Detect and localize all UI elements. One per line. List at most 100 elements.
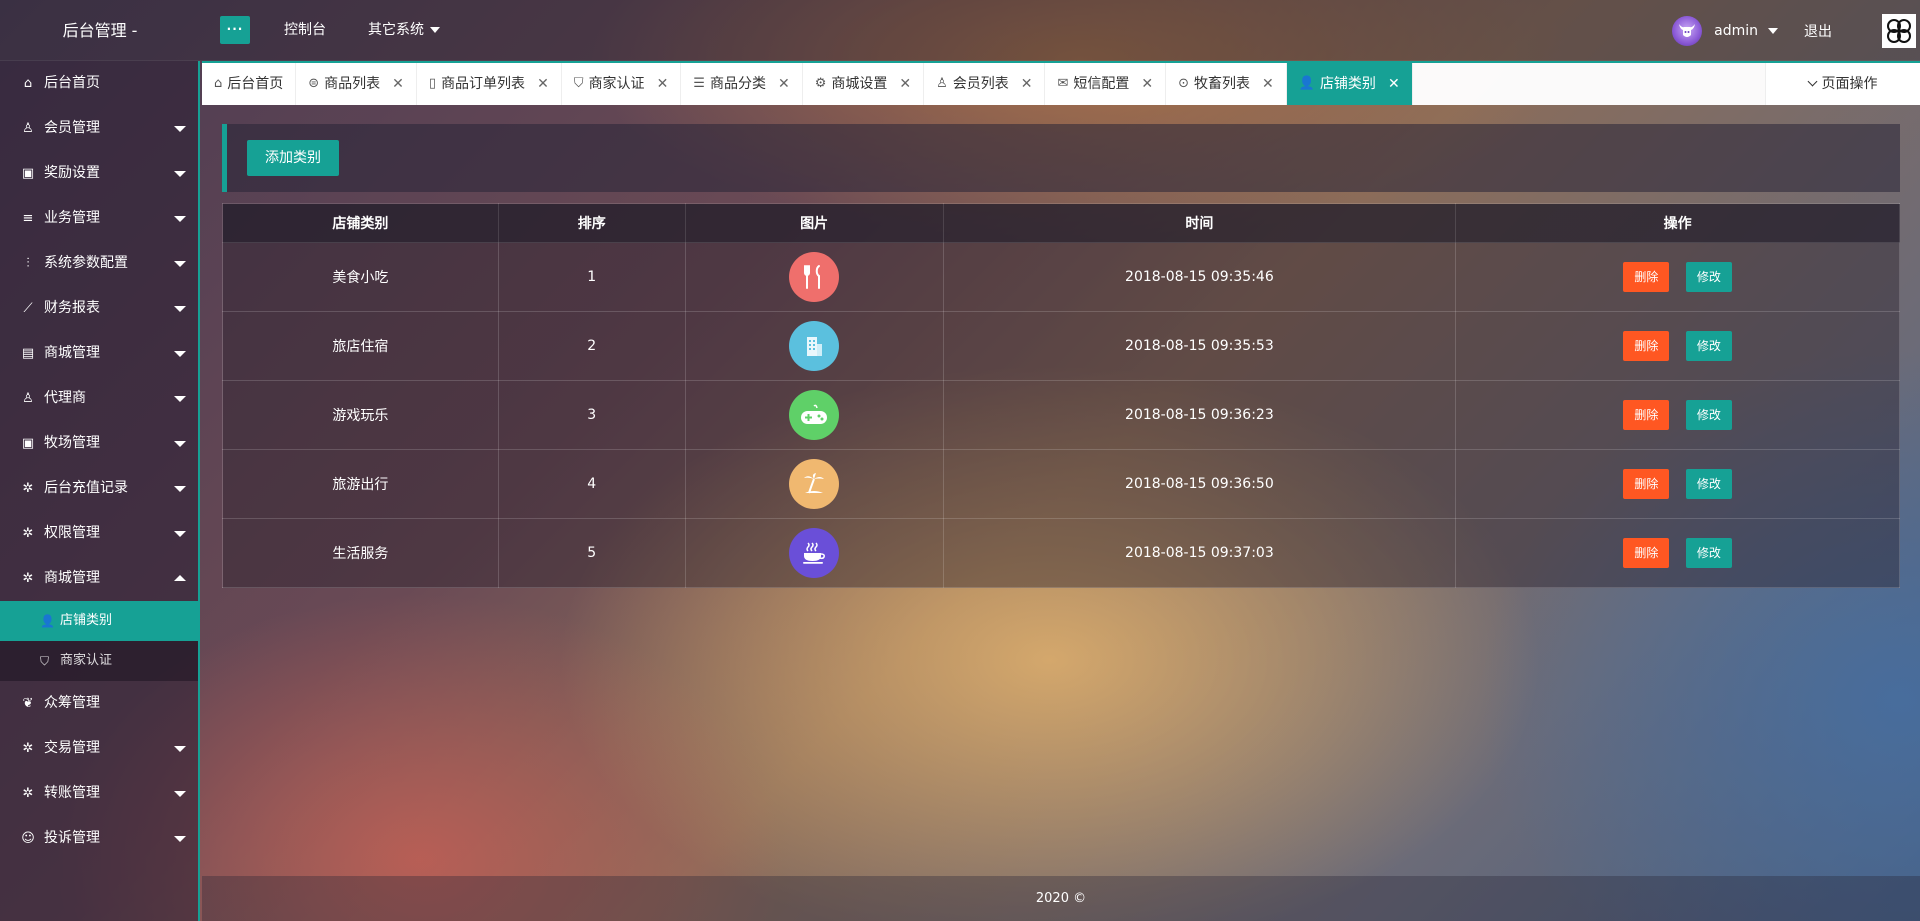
sidebar-item-label: 系统参数配置 [44,255,128,271]
caret-up-icon [174,575,186,581]
close-icon[interactable]: ✕ [899,63,911,105]
coffee-icon [789,528,840,578]
close-icon[interactable]: ✕ [1262,63,1274,105]
sidebar-item-finance[interactable]: ⟋ 财务报表 [0,286,198,331]
gift-icon: ▣ [21,436,35,451]
tab-label: 商城设置 [831,76,888,92]
category-time: 2018-08-15 09:35:53 [942,311,1457,381]
sidebar-item-rewards[interactable]: ▣ 奖励设置 [0,151,198,196]
edit-button[interactable]: 修改 [1685,469,1732,499]
sidebar-item-mall-expanded[interactable]: ✲ 商城管理 [0,556,198,601]
delete-button[interactable]: 删除 [1623,262,1670,292]
crowdfund-icon: ❦ [22,696,34,711]
username[interactable]: admin [1714,23,1758,39]
category-image-cell [684,449,944,519]
category-image-cell [684,518,944,588]
chevron-down-icon [1807,76,1817,87]
sidebar-item-label: 投诉管理 [44,830,100,846]
edit-button[interactable]: 修改 [1685,400,1732,430]
table-row: 生活服务 5 2018-08-15 09:37:03 删除 修改 [222,518,1900,588]
delete-button[interactable]: 删除 [1623,400,1670,430]
close-icon[interactable]: ✕ [1141,63,1153,105]
caret-down-icon [174,351,186,357]
user-caret-down-icon[interactable] [1768,27,1778,34]
sidebar-subitem-shop-category[interactable]: 👤 店铺类别 [0,601,198,641]
delete-button[interactable]: 删除 [1623,469,1670,499]
tab-mall-settings[interactable]: ⚙ 商城设置 ✕ [802,63,925,105]
sidebar-item-home[interactable]: ⌂ 后台首页 [0,61,198,106]
brand-logo [1882,13,1916,48]
tab-product-category[interactable]: ☰ 商品分类 ✕ [681,63,803,105]
delete-button[interactable]: 删除 [1623,331,1670,361]
close-icon[interactable]: ✕ [657,63,669,105]
nav-console[interactable]: 控制台 [284,0,326,61]
close-icon[interactable]: ✕ [537,63,549,105]
category-time: 2018-08-15 09:37:03 [942,518,1457,588]
tab-member-list[interactable]: ♙ 会员列表 ✕ [924,63,1046,105]
caret-down-icon [174,171,186,177]
add-category-button[interactable]: 添加类别 [247,140,339,176]
sidebar-item-label: 众筹管理 [44,695,100,711]
sidebar-item-business[interactable]: ≡ 业务管理 [0,196,198,241]
top-header: 后台管理 - ··· 控制台 其它系统 admin 退出 [0,0,1920,61]
footer: 2020 © [202,876,1920,921]
page-operations-label: 页面操作 [1821,76,1878,92]
tab-merchant-auth[interactable]: ⛉ 商家认证 ✕ [561,63,682,105]
menu-toggle-button[interactable]: ··· [220,16,250,44]
close-icon[interactable]: ✕ [1388,63,1400,105]
table-row: 旅店住宿 2 2018-08-15 09:35:53 删除 修改 [222,311,1900,381]
tab-list: ⌂ 后台首页 ⊜ 商品列表 ✕ ▯ 商品订单列表 ✕ ⛉ 商家认证 ✕ ☰ 商品… [202,63,1413,105]
sidebar-item-members[interactable]: ♙ 会员管理 [0,106,198,151]
sidebar-item-recharge[interactable]: ✲ 后台充值记录 [0,466,198,511]
edit-button[interactable]: 修改 [1685,331,1732,361]
sidebar-subitem-merchant-auth[interactable]: ⛉ 商家认证 [0,641,198,681]
sidebar-item-label: 后台充值记录 [44,480,128,496]
delete-button[interactable]: 删除 [1623,538,1670,568]
sidebar-item-crowdfunding[interactable]: ❦ 众筹管理 [0,681,198,726]
nav-other-systems[interactable]: 其它系统 [368,0,440,61]
close-icon[interactable]: ✕ [778,63,790,105]
sidebar-item-system-params[interactable]: ⫶ 系统参数配置 [0,241,198,286]
edit-button[interactable]: 修改 [1685,538,1732,568]
caret-down-icon [174,746,186,752]
sidebar-item-complaints[interactable]: ☺ 投诉管理 [0,816,198,861]
tab-label: 商品分类 [709,76,766,92]
actions-cell: 删除 修改 [1455,449,1900,519]
edit-button[interactable]: 修改 [1685,262,1732,292]
caret-down-icon [174,261,186,267]
close-icon[interactable]: ✕ [1021,63,1033,105]
sidebar: ⌂ 后台首页 ♙ 会员管理 ▣ 奖励设置 ≡ 业务管理 ⫶ 系统参数配置 ⟋ 财… [0,61,200,921]
sidebar-item-transfers[interactable]: ✲ 转账管理 [0,771,198,816]
actions-cell: 删除 修改 [1455,380,1900,450]
avatar[interactable] [1672,15,1703,46]
tab-livestock-list[interactable]: ⊙ 牧畜列表 ✕ [1166,63,1287,105]
tab-product-orders[interactable]: ▯ 商品订单列表 ✕ [416,63,562,105]
sidebar-item-trades[interactable]: ✲ 交易管理 [0,726,198,771]
page-operations-button[interactable]: 页面操作 [1765,63,1920,105]
sidebar-item-agents[interactable]: ♙ 代理商 [0,376,198,421]
shield-icon: ⛉ [40,654,50,668]
tab-label: 短信配置 [1073,76,1130,92]
tab-product-list[interactable]: ⊜ 商品列表 ✕ [296,63,417,105]
sidebar-item-label: 商城管理 [44,570,100,586]
sidebar-item-ranch[interactable]: ▣ 牧场管理 [0,421,198,466]
gear-icon: ⚙ [814,76,827,91]
actions-cell: 删除 修改 [1455,311,1900,381]
tab-label: 商品订单列表 [441,76,526,92]
user-icon: 👤 [1298,76,1315,91]
sidebar-item-label: 商城管理 [44,345,100,361]
logout-link[interactable]: 退出 [1804,21,1832,41]
category-order: 1 [497,242,686,312]
sidebar-item-permissions[interactable]: ✲ 权限管理 [0,511,198,556]
close-icon[interactable]: ✕ [392,63,404,105]
sidebar-item-label: 交易管理 [44,740,100,756]
tab-label: 后台首页 [227,76,284,92]
bull-icon [1679,23,1696,37]
category-name: 旅游出行 [222,449,499,519]
tab-shop-category[interactable]: 👤 店铺类别 ✕ [1286,63,1413,105]
column-header: 店铺类别 [222,203,499,243]
tab-sms-config[interactable]: ✉ 短信配置 ✕ [1045,63,1167,105]
sidebar-item-mall[interactable]: ▤ 商城管理 [0,331,198,376]
tab-home[interactable]: ⌂ 后台首页 [202,63,297,105]
user-area: admin 退出 [1672,0,1920,61]
